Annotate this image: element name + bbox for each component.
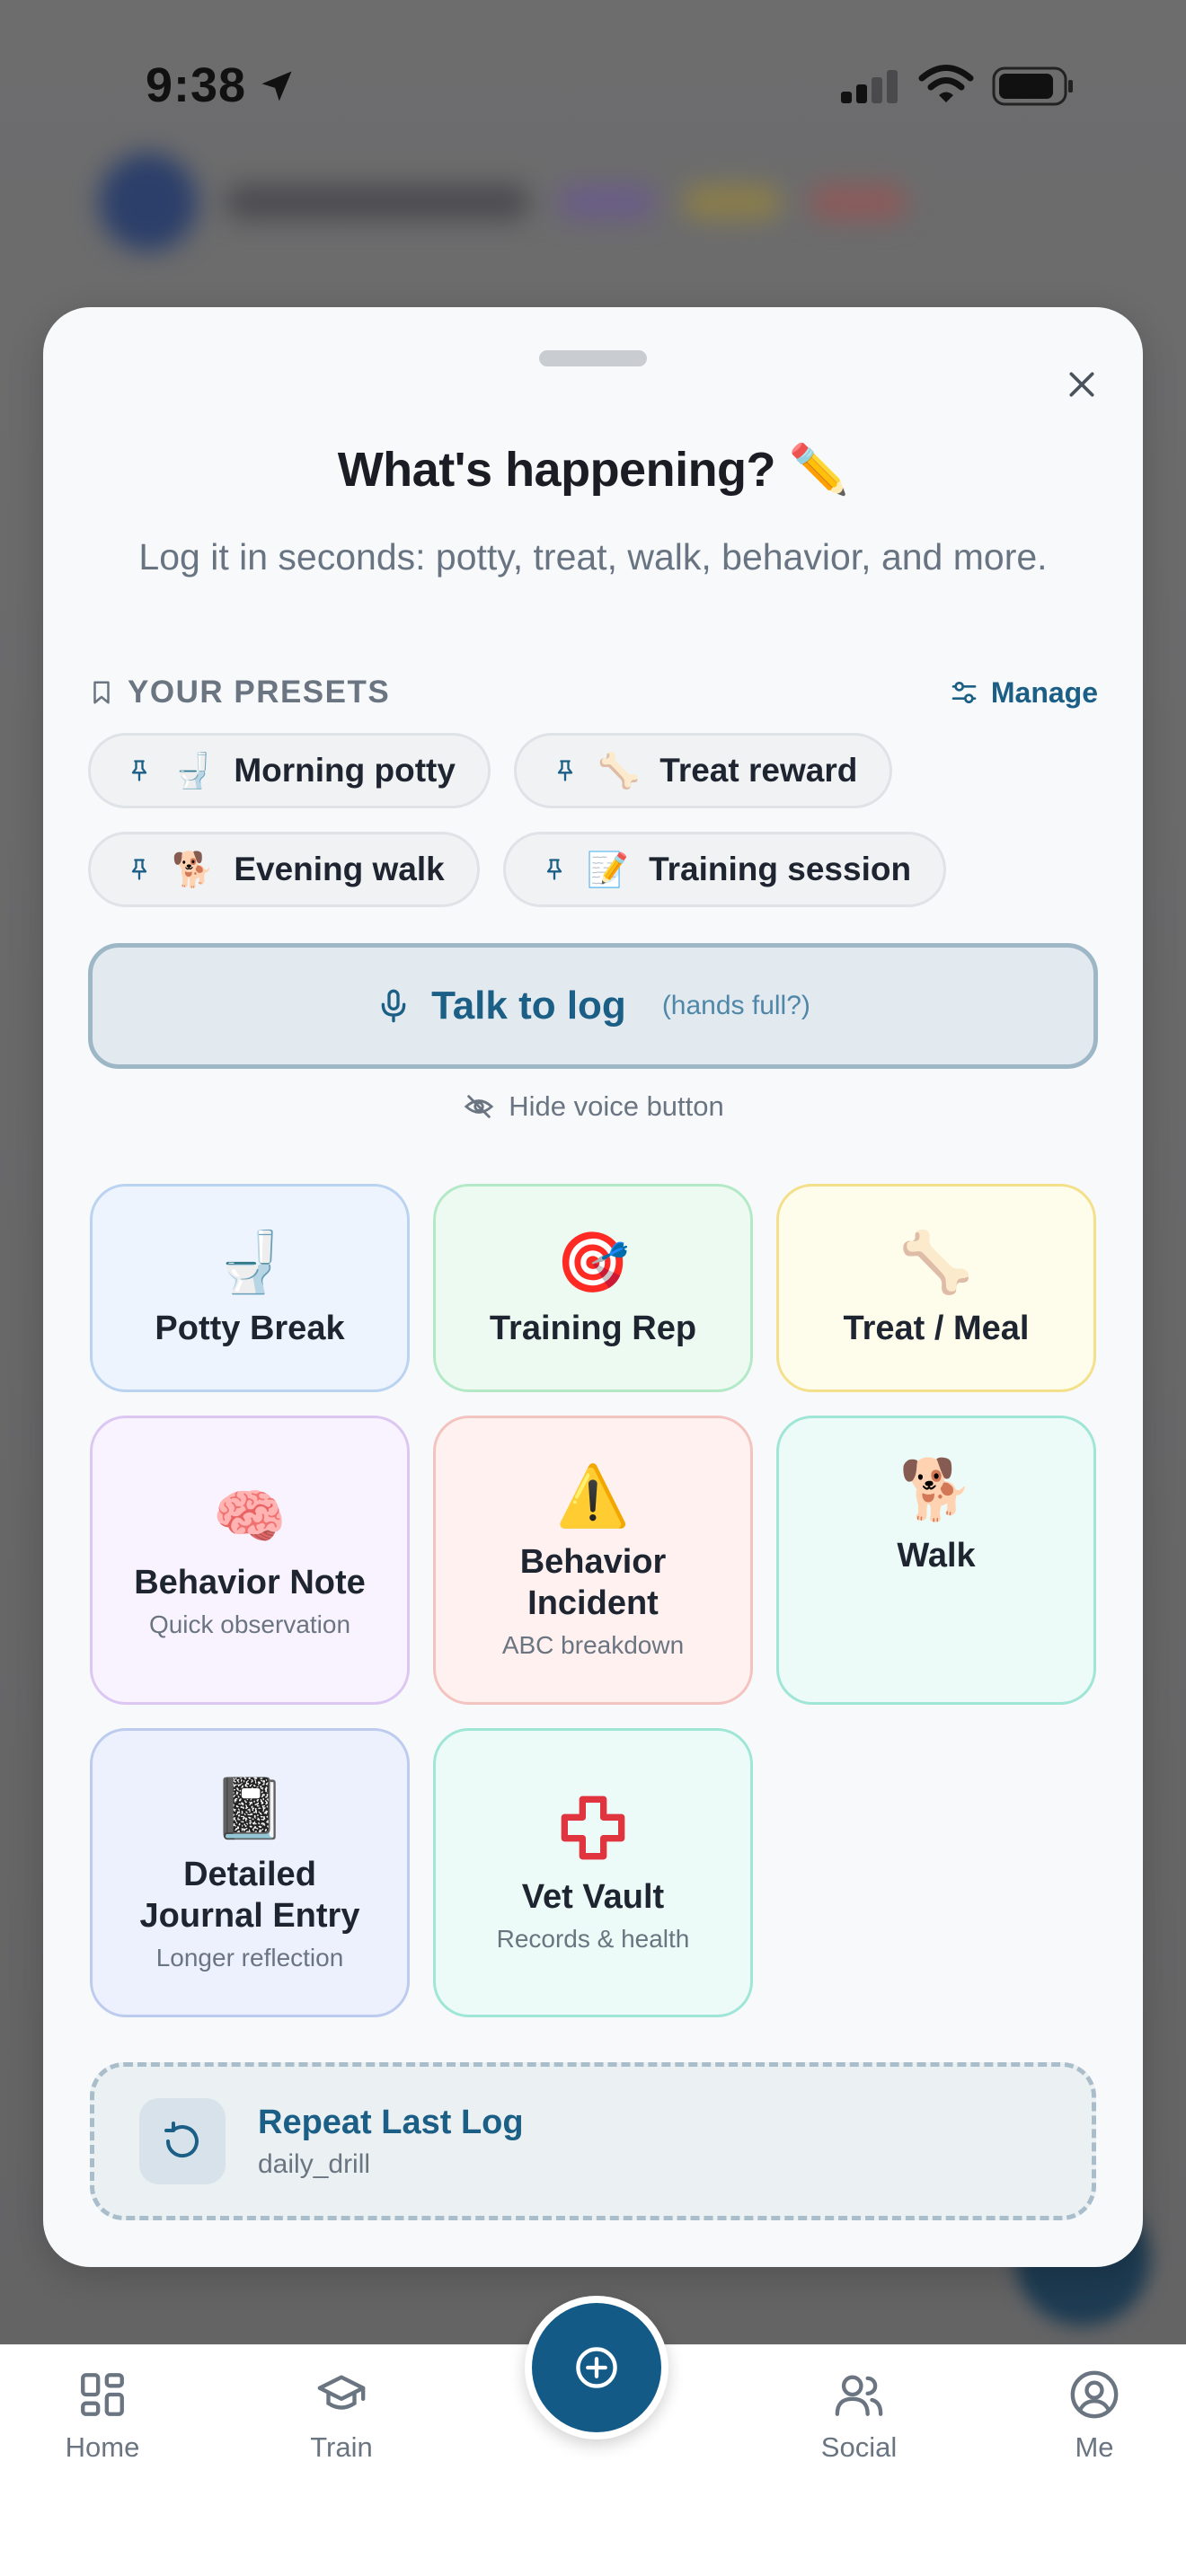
cellular-signal-icon (841, 70, 898, 103)
tile-sublabel: Quick observation (148, 1610, 351, 1638)
sliders-icon (951, 682, 977, 703)
preset-chip-label: Training session (649, 851, 912, 887)
tile-sublabel: ABC breakdown (501, 1631, 685, 1659)
tile-label: Behavior Note (134, 1564, 366, 1601)
repeat-subtitle: daily_drill (258, 2148, 371, 2179)
tile-detailed-journal-entry[interactable]: 📓 Detailed Journal Entry Longer reflecti… (90, 1728, 410, 2017)
presets-label: YOUR PRESETS (128, 675, 391, 710)
bone-icon: 🦴 (597, 750, 641, 790)
pin-icon (131, 760, 147, 781)
pin-icon (557, 760, 573, 781)
background-title-bar (225, 184, 530, 220)
background-chip (809, 184, 907, 220)
status-bar: 9:38 (0, 0, 1186, 171)
tab-label: Train (310, 2431, 373, 2463)
tile-treat-meal[interactable]: 🦴 Treat / Meal (776, 1184, 1096, 1392)
plus-circle-icon (576, 2347, 617, 2388)
preset-row-1: 🚽 Morning potty 🦴 Treat reward (88, 733, 893, 808)
tile-behavior-incident[interactable]: ⚠️ Behavior Incident ABC breakdown (433, 1416, 753, 1705)
close-icon (1069, 372, 1094, 397)
tile-label: Behavior Incident (519, 1543, 667, 1622)
warning-icon: ⚠️ (555, 1461, 631, 1531)
preset-chip-treat-reward[interactable]: 🦴 Treat reward (513, 733, 893, 808)
tile-label: Vet Vault (521, 1878, 665, 1916)
tile-label: Treat / Meal (843, 1310, 1030, 1347)
grid-icon (81, 2373, 124, 2416)
tile-label: Detailed Journal Entry (139, 1856, 360, 1935)
user-circle-icon (1070, 2370, 1119, 2419)
location-arrow-icon (261, 71, 292, 101)
manage-presets-button[interactable]: Manage (950, 676, 1098, 710)
tile-training-rep[interactable]: 🎯 Training Rep (433, 1184, 753, 1392)
background-chip (683, 184, 782, 220)
graduation-cap-icon (317, 2375, 366, 2410)
tab-home[interactable]: Home (31, 2369, 174, 2464)
fab-inner (532, 2303, 661, 2432)
repeat-title: Repeat Last Log (258, 2103, 524, 2141)
tile-sublabel: Records & health (496, 1925, 690, 1953)
bookmark-icon (93, 681, 110, 704)
tile-vet-vault[interactable]: Vet Vault Records & health (433, 1728, 753, 2017)
preset-chip-label: Morning potty (234, 752, 456, 789)
repeat-icon-wrap (139, 2098, 226, 2184)
dog-icon: 🐕 (898, 1455, 974, 1524)
medical-cross-icon (561, 1795, 625, 1860)
talk-to-log-hint: (hands full?) (661, 991, 810, 1020)
preset-chip-morning-potty[interactable]: 🚽 Morning potty (88, 733, 491, 808)
microphone-icon (381, 989, 406, 1023)
hide-voice-button[interactable]: Hide voice button (43, 1090, 1143, 1123)
rotate-ccw-icon (164, 2122, 199, 2158)
tile-behavior-note[interactable]: 🧠 Behavior Note Quick observation (90, 1416, 410, 1705)
memo-icon: 📝 (586, 849, 630, 889)
sheet-subtitle: Log it in seconds: potty, treat, walk, b… (138, 536, 1048, 578)
dog-icon: 🐕 (172, 849, 215, 889)
brain-icon: 🧠 (212, 1482, 288, 1551)
tab-me[interactable]: Me (1022, 2369, 1166, 2464)
toilet-icon: 🚽 (172, 750, 215, 790)
hide-voice-label: Hide voice button (509, 1090, 724, 1122)
tab-label: Home (65, 2431, 140, 2463)
notebook-icon: 📓 (212, 1774, 288, 1843)
manage-label: Manage (990, 675, 1098, 709)
log-sheet: What's happening? ✏️ Log it in seconds: … (43, 307, 1143, 2267)
pin-icon (546, 859, 562, 880)
tile-sublabel: Longer reflection (155, 1944, 344, 1972)
close-button[interactable] (1049, 352, 1114, 417)
bone-icon: 🦴 (898, 1228, 974, 1297)
users-icon (835, 2375, 883, 2416)
sheet-title: What's happening? ✏️ (337, 443, 849, 497)
tile-walk[interactable]: 🐕 Walk (776, 1416, 1096, 1705)
repeat-last-log-button[interactable]: Repeat Last Log daily_drill (90, 2062, 1096, 2220)
tile-label: Potty Break (155, 1310, 345, 1347)
tile-label: Walk (897, 1537, 976, 1575)
sheet-grabber[interactable] (539, 350, 647, 366)
tile-potty-break[interactable]: 🚽 Potty Break (90, 1184, 410, 1392)
status-time: 9:38 (146, 58, 247, 112)
talk-to-log-label: Talk to log (431, 984, 626, 1028)
background-chip (557, 184, 656, 220)
preset-chip-label: Treat reward (659, 752, 858, 789)
target-icon: 🎯 (555, 1228, 631, 1297)
tab-train[interactable]: Train (270, 2369, 413, 2464)
eye-off-icon (464, 1095, 494, 1118)
pin-icon (131, 859, 147, 880)
preset-chip-label: Evening walk (234, 851, 445, 887)
toilet-icon: 🚽 (212, 1228, 288, 1297)
preset-chip-training-session[interactable]: 📝 Training session (502, 832, 947, 907)
tile-label: Training Rep (489, 1310, 697, 1347)
tab-social[interactable]: Social (787, 2369, 931, 2464)
presets-label-group: YOUR PRESETS (88, 675, 390, 710)
repeat-text: Repeat Last Log daily_drill (258, 2104, 524, 2180)
talk-to-log-button[interactable]: Talk to log (hands full?) (88, 943, 1098, 1069)
presets-header: YOUR PRESETS Manage (88, 670, 1098, 715)
preset-chip-evening-walk[interactable]: 🐕 Evening walk (88, 832, 480, 907)
tab-label: Me (1075, 2431, 1114, 2463)
quick-log-fab[interactable] (525, 2296, 668, 2439)
battery-icon (992, 66, 1073, 106)
preset-row-2: 🐕 Evening walk 📝 Training session (88, 832, 947, 907)
wifi-icon (918, 65, 974, 102)
tab-label: Social (820, 2431, 898, 2463)
